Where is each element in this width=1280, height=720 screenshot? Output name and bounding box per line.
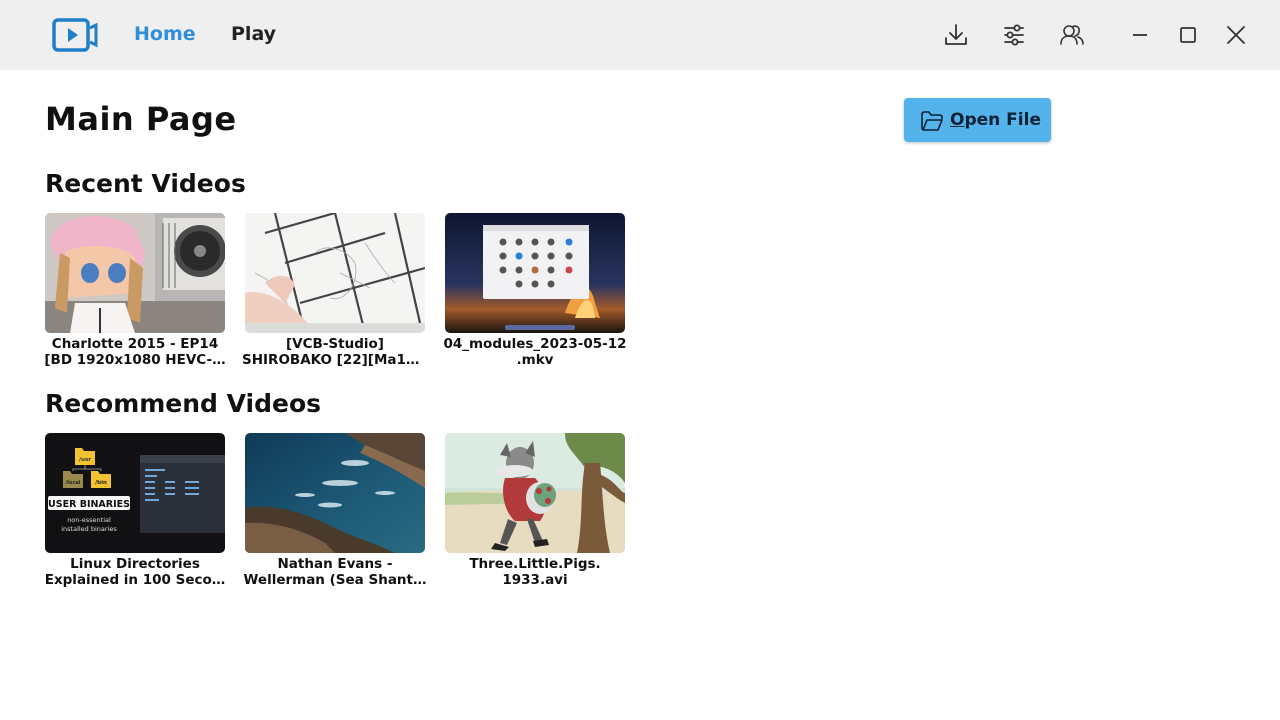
download-icon[interactable] <box>942 21 970 49</box>
open-file-button[interactable]: Open File <box>904 98 1051 142</box>
close-icon[interactable] <box>1224 23 1248 47</box>
video-title: Charlotte 2015 - EP14 [BD 1920x1080 HEVC… <box>44 336 226 368</box>
title-bar: Home Play <box>0 0 1280 70</box>
svg-text:/usr: /usr <box>79 457 91 463</box>
minimize-icon[interactable] <box>1128 23 1152 47</box>
recent-video-card[interactable]: 04_modules_2023-05-12 .mkv <box>443 213 627 368</box>
tab-play[interactable]: Play <box>231 22 276 46</box>
svg-text:non-essential: non-essential <box>67 516 111 524</box>
recent-video-card[interactable]: Charlotte 2015 - EP14 [BD 1920x1080 HEVC… <box>44 213 226 368</box>
recommend-video-card[interactable]: Three.Little.Pigs. 1933.avi <box>445 433 625 588</box>
svg-text:/local: /local <box>65 480 80 486</box>
svg-text:USER BINARIES: USER BINARIES <box>48 499 130 510</box>
sliders-icon[interactable] <box>1000 21 1028 49</box>
recent-videos-heading: Recent Videos <box>45 169 246 198</box>
open-file-label: Open File <box>950 110 1041 130</box>
maximize-icon[interactable] <box>1176 23 1200 47</box>
page-title: Main Page <box>45 100 237 138</box>
recommend-video-card[interactable]: Nathan Evans - Wellerman (Sea Shant… <box>243 433 427 588</box>
users-icon[interactable] <box>1058 21 1086 49</box>
video-title: Linux Directories Explained in 100 Seco… <box>44 556 226 588</box>
video-title: Nathan Evans - Wellerman (Sea Shant… <box>243 556 427 588</box>
video-title: Three.Little.Pigs. 1933.avi <box>469 556 601 588</box>
recommend-videos-heading: Recommend Videos <box>45 389 322 418</box>
app-logo-icon <box>52 18 98 52</box>
video-thumbnail <box>445 433 625 553</box>
tab-home[interactable]: Home <box>134 22 196 46</box>
video-thumbnail: /usr /local /bin USER BINARIES non-essen… <box>45 433 225 553</box>
video-title: 04_modules_2023-05-12 .mkv <box>443 336 627 368</box>
video-thumbnail <box>245 433 425 553</box>
video-title: [VCB-Studio] SHIROBAKO [22][Ma10… <box>242 336 428 368</box>
video-thumbnail <box>445 213 625 333</box>
video-thumbnail <box>245 213 425 333</box>
svg-text:/bin: /bin <box>95 480 107 486</box>
folder-icon <box>921 111 943 131</box>
recommend-video-card[interactable]: /usr /local /bin USER BINARIES non-essen… <box>45 433 225 588</box>
recent-video-card[interactable]: [VCB-Studio] SHIROBAKO [22][Ma10… <box>242 213 428 368</box>
video-thumbnail <box>45 213 225 333</box>
svg-text:installed binaries: installed binaries <box>61 525 117 533</box>
